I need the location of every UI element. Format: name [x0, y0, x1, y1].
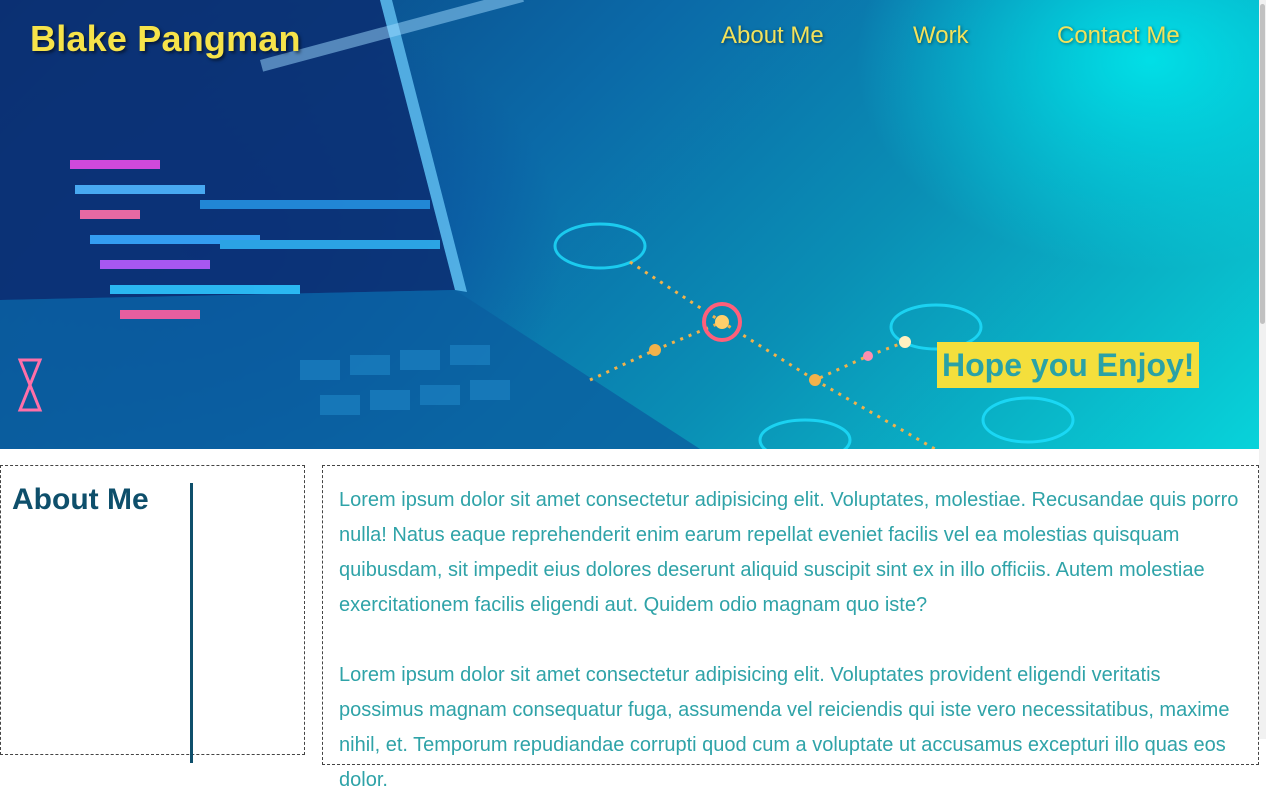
hero-tagline: Hope you Enjoy! — [937, 342, 1200, 388]
vertical-divider — [190, 483, 193, 763]
nav-link-work[interactable]: Work — [913, 22, 969, 50]
about-content-panel: Lorem ipsum dolor sit amet consectetur a… — [322, 465, 1259, 791]
about-paragraph: Lorem ipsum dolor sit amet consectetur a… — [339, 489, 1239, 616]
nav-link-about-me[interactable]: About Me — [721, 22, 824, 50]
site-brand[interactable]: Blake Pangman — [30, 18, 301, 60]
hero-banner: Blake Pangman About Me Work Contact Me H… — [0, 0, 1259, 449]
about-paragraph: Lorem ipsum dolor sit amet consectetur a… — [339, 664, 1230, 791]
about-heading-panel: About Me — [0, 465, 305, 763]
scrollbar-thumb[interactable] — [1260, 4, 1265, 324]
section-heading: About Me — [12, 483, 149, 516]
page-scrollbar[interactable] — [1259, 0, 1266, 739]
nav-link-contact-me[interactable]: Contact Me — [1057, 22, 1180, 50]
